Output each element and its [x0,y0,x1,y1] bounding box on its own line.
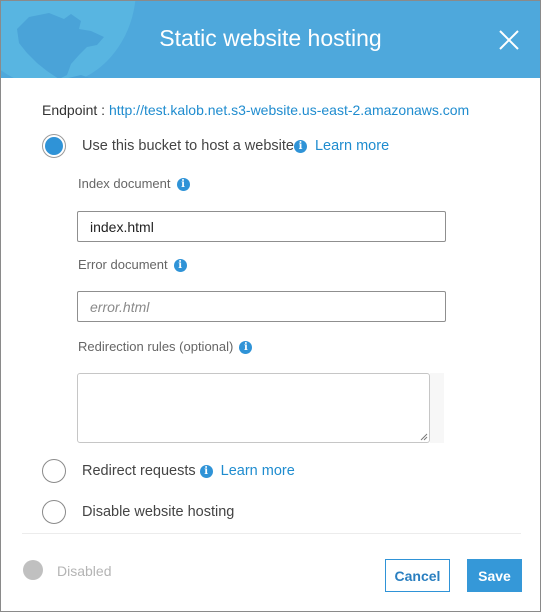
redirection-rules-textarea[interactable] [77,373,430,443]
option-label: Redirect requests [82,463,196,479]
info-icon[interactable]: i [293,139,307,153]
dialog-title: Static website hosting [159,25,382,51]
status-label: Disabled [57,563,112,579]
endpoint-link[interactable]: http://test.kalob.net.s3-website.us-east… [109,102,469,118]
label-text: Redirection rules (optional) [78,339,234,354]
option-label: Disable website hosting [82,504,235,520]
option-host-website[interactable]: Use this bucket to host a website i Lear… [42,134,389,158]
learn-more-link[interactable]: Learn more [315,138,389,154]
close-icon[interactable] [498,29,520,51]
radio-disable-hosting[interactable] [42,500,66,524]
redirection-rules-label: Redirection rules (optional) i [78,339,253,355]
save-button[interactable]: Save [467,559,522,592]
option-disable-hosting[interactable]: Disable website hosting [42,500,234,524]
info-icon[interactable]: i [173,259,187,273]
option-redirect-requests[interactable]: Redirect requests i Learn more [42,459,295,483]
error-document-input[interactable] [77,291,446,322]
index-document-input[interactable] [77,211,446,242]
info-icon[interactable]: i [239,341,253,355]
resize-grip-icon[interactable] [420,433,428,441]
status-indicator-icon [23,560,43,580]
option-label: Use this bucket to host a website [82,138,294,154]
endpoint-row: Endpoint : http://test.kalob.net.s3-webs… [42,102,469,118]
error-document-label: Error document i [78,257,187,273]
label-text: Error document [78,257,168,272]
endpoint-label: Endpoint : [42,102,109,118]
info-icon[interactable]: i [176,178,190,192]
radio-redirect-requests[interactable] [42,459,66,483]
learn-more-link[interactable]: Learn more [221,463,295,479]
info-icon[interactable]: i [199,464,213,478]
dialog-header: Static website hosting [1,1,540,78]
label-text: Index document [78,176,171,191]
cancel-button[interactable]: Cancel [385,559,450,592]
radio-host-website[interactable] [42,134,66,158]
footer-divider [22,533,521,534]
textarea-scrollbar[interactable] [430,373,444,443]
index-document-label: Index document i [78,176,190,192]
static-website-hosting-dialog: Static website hosting Endpoint : http:/… [0,0,541,612]
